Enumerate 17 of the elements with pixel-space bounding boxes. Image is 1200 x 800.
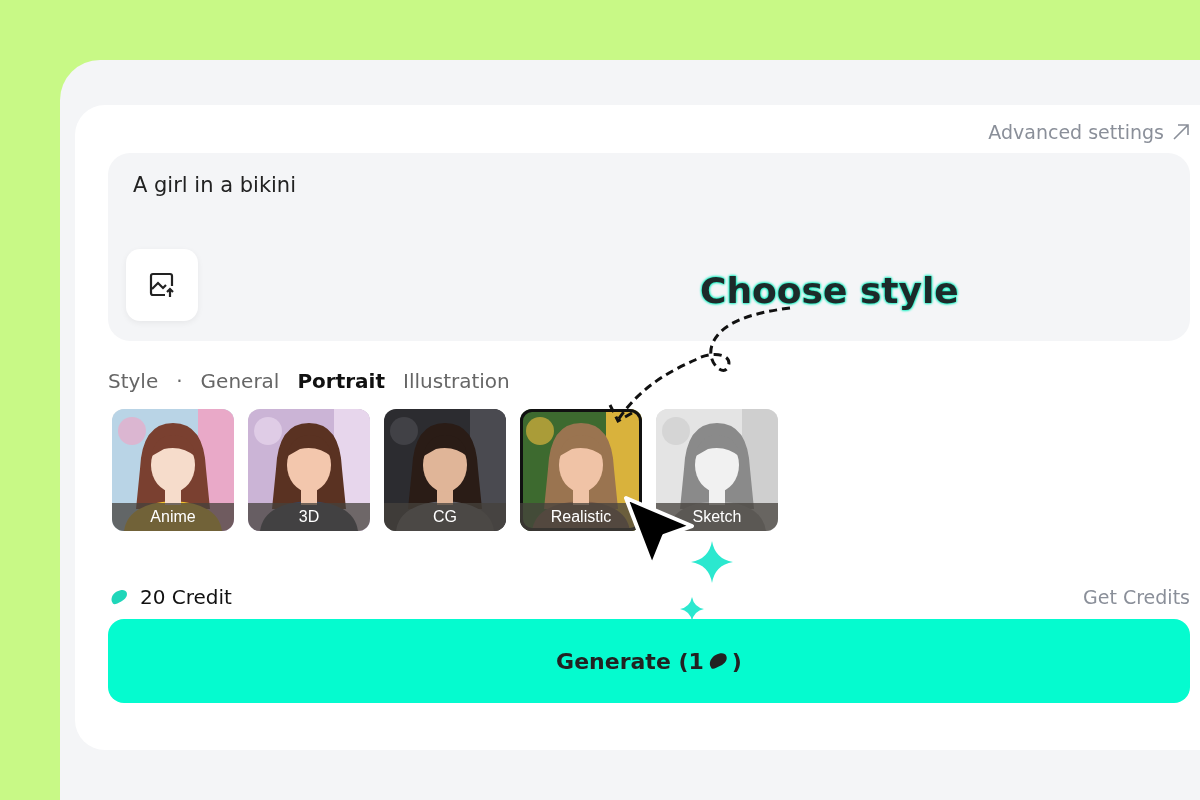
credit-balance: 20 Credit	[140, 585, 232, 609]
annotation-text: Choose style	[700, 270, 959, 311]
separator-dot: ·	[176, 369, 183, 393]
arrow-up-right-icon	[1172, 123, 1190, 141]
style-option[interactable]: Sketch	[656, 409, 778, 531]
prompt-text: A girl in a bikini	[132, 173, 298, 197]
style-label: Style	[108, 369, 159, 393]
sparkle-icon	[679, 596, 705, 622]
style-option[interactable]: CG	[384, 409, 506, 531]
style-tab[interactable]: Portrait	[297, 369, 386, 393]
generate-button[interactable]: Generate (1 )	[108, 619, 1190, 703]
style-option[interactable]: Realistic	[520, 409, 642, 531]
style-option[interactable]: 3D	[248, 409, 370, 531]
style-tab[interactable]: General	[200, 369, 280, 393]
image-upload-button[interactable]	[126, 249, 198, 321]
style-tab[interactable]: Illustration	[403, 369, 510, 393]
style-option[interactable]: Anime	[112, 409, 234, 531]
